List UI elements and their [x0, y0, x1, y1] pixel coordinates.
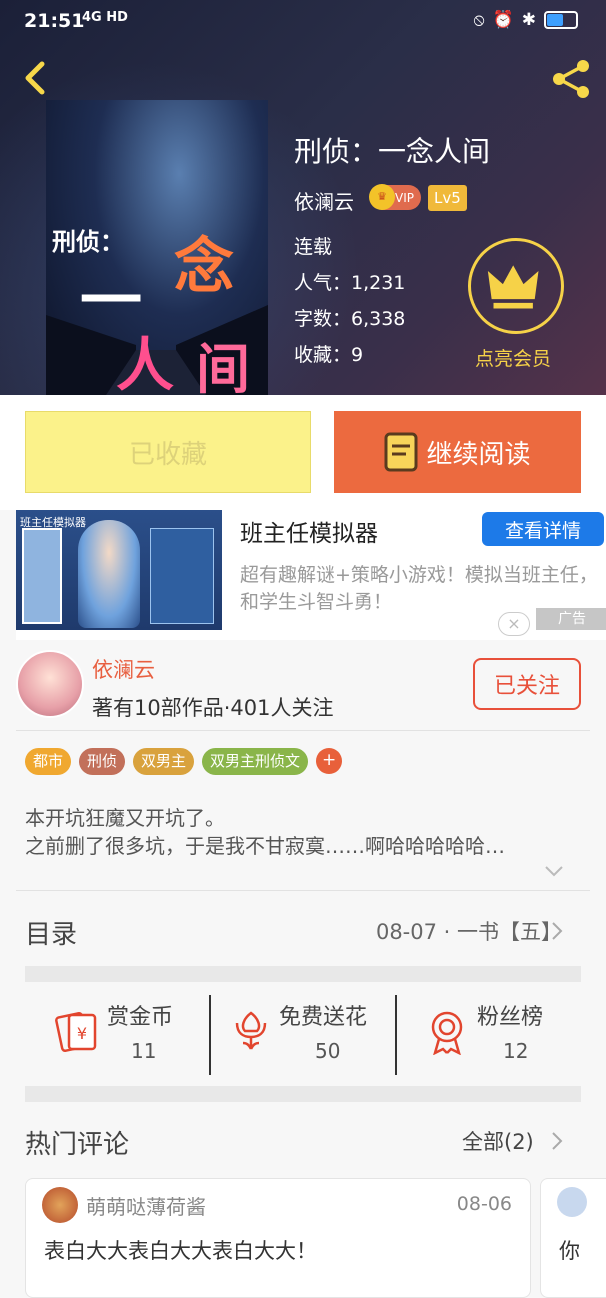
- status-icons: ⦸ ⏰ ✱: [473, 10, 578, 30]
- intro-line: 本开坑狂魔又开坑了。: [25, 806, 225, 830]
- chevron-right-icon[interactable]: [550, 920, 564, 942]
- comment-text: 你: [559, 1239, 580, 1263]
- ad-label: 广告: [536, 608, 606, 630]
- ad-close-button[interactable]: ×: [498, 612, 530, 636]
- divider: [16, 890, 590, 891]
- author-name[interactable]: 依澜云: [92, 654, 155, 684]
- ad-image[interactable]: 班主任模拟器: [16, 510, 222, 630]
- member-crown-button[interactable]: [468, 238, 564, 334]
- battery-icon: [544, 11, 578, 29]
- collected-button[interactable]: 已收藏: [25, 411, 311, 493]
- follow-button[interactable]: 已关注: [473, 658, 581, 710]
- tag-item[interactable]: 都市: [25, 748, 72, 775]
- divider: [16, 730, 590, 731]
- ad-details-button[interactable]: 查看详情: [482, 512, 604, 546]
- section-divider: [25, 966, 581, 982]
- book-author[interactable]: 依澜云: [294, 186, 354, 215]
- tag-item[interactable]: 双男主刑侦文: [202, 748, 309, 775]
- ad-stats-panel: [150, 528, 214, 624]
- network-indicator: 4G HD: [82, 10, 128, 25]
- author-avatar[interactable]: [16, 650, 84, 718]
- commenter-avatar[interactable]: [42, 1187, 78, 1223]
- book-info-section: 依澜云 著有10部作品·401人关注 已关注 都市 刑侦 双男主 双男主刑侦文 …: [0, 640, 606, 1120]
- book-intro[interactable]: 本开坑狂魔又开坑了。 之前删了很多坑，于是我不甘寂寞……啊哈哈哈哈哈…: [25, 804, 585, 860]
- reward-row: ¥ 赏金币 11 免费送花 50 粉丝榜 12: [25, 995, 581, 1075]
- book-word-count: 字数：6,338: [294, 308, 406, 330]
- reward-label: 免费送花: [279, 1005, 368, 1030]
- bluetooth-icon: ✱: [521, 10, 536, 30]
- comment-text: 表白大大表白大大表白大大！: [44, 1239, 317, 1263]
- cover-text: 人: [116, 331, 175, 395]
- action-bar: 已收藏 继续阅读: [0, 395, 606, 510]
- book-cover[interactable]: 刑侦： 一 念 人 间: [46, 100, 268, 395]
- reward-count: 50: [315, 1039, 341, 1063]
- hot-comments-label: 热门评论: [25, 1130, 130, 1160]
- book-title: 刑侦：一念人间: [294, 135, 491, 168]
- book-popularity: 人气：1,231: [294, 272, 406, 294]
- ad-banner[interactable]: 班主任模拟器 班主任模拟器 查看详情 超有趣解谜+策略小游戏！模拟当班主任，和学…: [16, 510, 606, 640]
- share-icon[interactable]: [548, 56, 594, 102]
- all-comments-link[interactable]: 全部(2): [462, 1126, 534, 1156]
- flower-icon: [235, 1011, 267, 1050]
- reward-coins[interactable]: ¥ 赏金币 11: [25, 995, 211, 1075]
- comment-card[interactable]: 你: [540, 1178, 606, 1298]
- book-favorites: 收藏：9: [294, 344, 364, 366]
- ad-thumbnails: [22, 528, 62, 624]
- crown-icon: [487, 265, 539, 309]
- continue-reading-button[interactable]: 继续阅读: [334, 411, 581, 493]
- cover-text: 念: [174, 232, 234, 302]
- commenter-name[interactable]: 萌萌哒薄荷酱: [86, 1191, 206, 1220]
- alarm-icon: ⏰: [492, 10, 514, 30]
- add-tag-button[interactable]: +: [316, 748, 343, 774]
- tag-list: 都市 刑侦 双男主 双男主刑侦文 +: [25, 748, 343, 775]
- reward-label: 粉丝榜: [477, 1005, 544, 1030]
- reward-label: 赏金币: [107, 1005, 174, 1030]
- intro-line: 之前删了很多坑，于是我不甘寂寞……啊哈哈哈哈哈…: [25, 834, 505, 858]
- continue-reading-label: 继续阅读: [426, 439, 531, 470]
- member-label[interactable]: 点亮会员: [475, 344, 551, 371]
- book-header: 21:51 4G HD ⦸ ⏰ ✱ 刑侦： 一 念 人 间 刑侦：一念人间 依澜…: [0, 0, 606, 395]
- crown-coin-icon: ♛: [369, 184, 395, 210]
- vip-label: VIP: [395, 190, 414, 205]
- ad-title[interactable]: 班主任模拟器: [240, 514, 378, 548]
- tag-item[interactable]: 刑侦: [79, 748, 126, 775]
- reward-count: 11: [131, 1039, 157, 1063]
- section-divider: [25, 1086, 581, 1102]
- tag-item[interactable]: 双男主: [133, 748, 195, 775]
- toc-label[interactable]: 目录: [25, 914, 77, 951]
- book-icon: [384, 432, 418, 472]
- comment-card[interactable]: 萌萌哒薄荷酱 08-06 表白大大表白大大表白大大！: [25, 1178, 531, 1298]
- toc-latest-chapter[interactable]: 08-07 · 一书【五】: [376, 916, 562, 946]
- back-arrow-icon[interactable]: [16, 58, 56, 98]
- vip-badge: ♛ VIP: [369, 184, 421, 210]
- level-badge: Lv5: [428, 185, 467, 211]
- status-bar: 21:51 4G HD ⦸ ⏰ ✱: [0, 0, 606, 44]
- author-stats: 著有10部作品·401人关注: [92, 696, 334, 720]
- reward-count: 12: [503, 1039, 529, 1063]
- comment-date: 08-06: [456, 1193, 512, 1215]
- reward-fans[interactable]: 粉丝榜 12: [397, 995, 581, 1075]
- expand-chevron-icon[interactable]: [543, 864, 565, 878]
- vibrate-icon: ⦸: [473, 10, 485, 30]
- reward-flowers[interactable]: 免费送花 50: [211, 995, 397, 1075]
- ad-character: [78, 520, 140, 628]
- red-envelope-icon: ¥: [55, 1011, 97, 1053]
- svg-text:¥: ¥: [77, 1024, 87, 1043]
- cover-text: 间: [196, 338, 250, 395]
- medal-icon: [431, 1011, 463, 1055]
- chevron-right-icon[interactable]: [550, 1130, 564, 1152]
- status-time: 21:51: [24, 10, 85, 32]
- book-status: 连载: [294, 236, 333, 258]
- commenter-avatar[interactable]: [557, 1187, 587, 1217]
